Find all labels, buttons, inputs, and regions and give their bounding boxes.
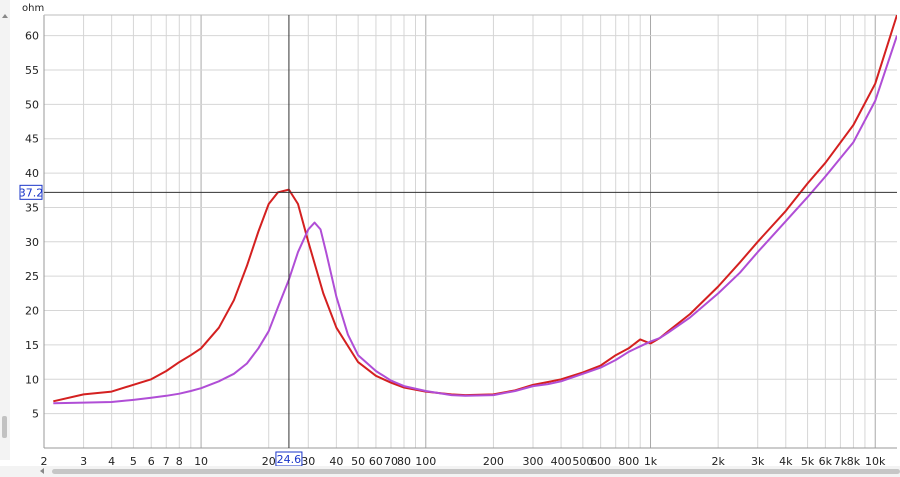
- scroll-left-arrow-icon[interactable]: [40, 468, 44, 474]
- y-tick-label: 15: [25, 339, 39, 352]
- y-tick-label: 25: [25, 270, 39, 283]
- x-tick-label: 600: [590, 455, 611, 466]
- x-tick-label: 200: [483, 455, 504, 466]
- y-axis-unit-label: ohm: [22, 3, 44, 14]
- x-tick-label: 60: [369, 455, 383, 466]
- y-tick-label: 10: [25, 373, 39, 386]
- series-line-2: [53, 35, 897, 405]
- x-tick-label: 300: [523, 455, 544, 466]
- y-tick-label: 5: [32, 408, 39, 421]
- x-tick-label: 7k: [834, 455, 848, 466]
- x-tick-label: 100: [415, 455, 436, 466]
- y-tick-label: 60: [25, 30, 39, 43]
- x-tick-label: 10k: [865, 455, 886, 466]
- x-tick-label: 800: [618, 455, 639, 466]
- x-tick-label: 40: [329, 455, 343, 466]
- y-tick-label: 40: [25, 167, 39, 180]
- cursor-x-readout: 24.6: [277, 453, 302, 466]
- cursor-y-readout: 37.2: [19, 186, 44, 199]
- x-tick-label: 3: [80, 455, 87, 466]
- x-axis-ticks: 2 3 4 5 6 7 8 10 20 30 40 50 60 70 80 100 200 300 400 50060…: [41, 455, 887, 466]
- x-tick-label: 70: [384, 455, 398, 466]
- x-tick-label: 3k: [751, 455, 765, 466]
- impedance-chart-window: 5 10 15 20 25 30 35 40 45 50 55 60 2 3 4 5 6 7 8 10 20 30 40 5…: [0, 0, 900, 477]
- x-tick-label: 5k: [801, 455, 815, 466]
- horizontal-scrollbar-thumb[interactable]: [52, 469, 900, 474]
- horizontal-scrollbar[interactable]: [0, 466, 900, 477]
- x-tick-label: 50: [351, 455, 365, 466]
- y-tick-label: 20: [25, 305, 39, 318]
- y-tick-label: 55: [25, 64, 39, 77]
- x-tick-label: 20: [262, 455, 276, 466]
- x-tick-label: 5: [130, 455, 137, 466]
- x-tick-label: 4: [108, 455, 115, 466]
- y-tick-label: 30: [25, 236, 39, 249]
- impedance-chart[interactable]: 51015202530354045505560 2 3 4 5 6 7 8 10 20 30 40 5…: [0, 0, 900, 466]
- x-tick-label: 2k: [711, 455, 725, 466]
- x-tick-label: 2: [41, 455, 48, 466]
- x-tick-label: 6: [148, 455, 155, 466]
- x-tick-label: 80: [397, 455, 411, 466]
- x-tick-label: 10: [194, 455, 208, 466]
- y-axis-ticks: 5 10 15 20 25 30 35 40 45 50 55 60: [25, 30, 39, 421]
- grid: [43, 15, 897, 448]
- x-tick-label: 8: [176, 455, 183, 466]
- series-line-1: [53, 15, 897, 403]
- y-tick-label: 50: [25, 98, 39, 111]
- x-tick-label: 400: [551, 455, 572, 466]
- x-tick-label: 30: [301, 455, 315, 466]
- x-tick-label: 8k: [847, 455, 861, 466]
- x-tick-label: 7: [163, 455, 170, 466]
- x-tick-label: 4k: [779, 455, 793, 466]
- x-tick-label: 6k: [819, 455, 833, 466]
- y-tick-label: 45: [25, 133, 39, 146]
- x-tick-label: 1k: [644, 455, 658, 466]
- plot-frame: [43, 14, 897, 449]
- y-tick-label: 35: [25, 201, 39, 214]
